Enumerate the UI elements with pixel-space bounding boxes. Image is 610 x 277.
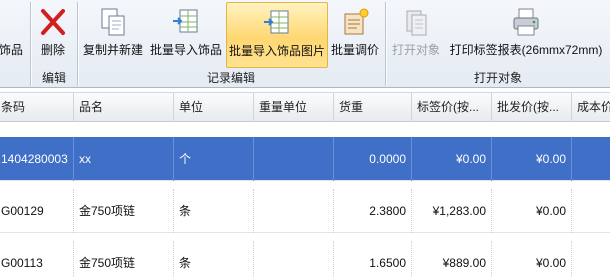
cell-weight-unit[interactable] xyxy=(254,137,334,181)
copy-document-icon xyxy=(101,8,125,36)
cell-barcode[interactable]: G00129 xyxy=(0,189,74,233)
cell-weight-unit[interactable] xyxy=(254,189,334,233)
filter-row[interactable] xyxy=(0,123,610,137)
cell-name[interactable]: 金750项链 xyxy=(74,241,174,277)
cell-weight[interactable]: 2.3800 xyxy=(334,189,412,233)
cell-wholesale-price[interactable]: ¥0.00 xyxy=(492,137,572,181)
cell-tag-price[interactable]: ¥1,283.00 xyxy=(412,189,492,233)
column-header-wholesale-price[interactable]: 批发价(按... xyxy=(492,93,572,122)
copy-and-new-button[interactable]: 复制并新建 xyxy=(80,2,146,68)
cell-unit[interactable]: 个 xyxy=(174,137,254,181)
group-caption-record-edit: 记录编辑 xyxy=(206,71,255,85)
printer-icon xyxy=(513,8,539,36)
cell-cost-price[interactable] xyxy=(572,189,610,233)
cell-name[interactable]: xx xyxy=(74,137,174,181)
cell-weight[interactable]: 1.6500 xyxy=(334,241,412,277)
cell-weight[interactable]: 0.0000 xyxy=(334,137,412,181)
batch-price-adjust-button[interactable]: 批量调价 xyxy=(329,2,381,68)
cell-unit[interactable]: 条 xyxy=(174,189,254,233)
cell-barcode[interactable]: 1404280003 xyxy=(0,137,74,181)
batch-import-images-button[interactable]: 批量导入饰品图片 xyxy=(226,2,328,68)
cell-cost-price[interactable] xyxy=(572,137,610,181)
open-object-button[interactable]: 打开对象 xyxy=(388,2,444,68)
open-object-icon xyxy=(406,10,427,36)
print-label-report-label: 打印标签报表(26mmx72mm) xyxy=(449,43,603,57)
cell-tag-price[interactable]: ¥0.00 xyxy=(412,137,492,181)
cell-wholesale-price[interactable]: ¥0.00 xyxy=(492,241,572,277)
cell-unit[interactable]: 条 xyxy=(174,241,254,277)
batch-price-adjust-label: 批量调价 xyxy=(330,43,379,57)
grid-header: 条码 品名 单位 重量单位 货重 标签价(按... 批发价(按... 成本价 xyxy=(0,92,610,122)
import-table-icon xyxy=(173,9,198,33)
delete-button[interactable]: 删除 xyxy=(34,2,72,68)
table-row[interactable]: G00113 金750项链 条 1.6500 ¥889.00 ¥0.00 xyxy=(0,241,610,277)
items-grid: 条码 品名 单位 重量单位 货重 标签价(按... 批发价(按... 成本价 1… xyxy=(0,88,610,277)
import-images-icon xyxy=(264,10,289,34)
table-row[interactable]: 1404280003 xx 个 0.0000 ¥0.00 ¥0.00 xyxy=(0,137,610,181)
delete-label: 删除 xyxy=(40,43,65,57)
column-header-weight[interactable]: 货重 xyxy=(334,93,412,122)
table-row[interactable]: G00129 金750项链 条 2.3800 ¥1,283.00 ¥0.00 xyxy=(0,189,610,233)
cell-tag-price[interactable]: ¥889.00 xyxy=(412,241,492,277)
new-item-button[interactable]: 饰品 xyxy=(0,2,28,68)
group-caption-edit: 编辑 xyxy=(41,71,66,85)
cell-barcode[interactable]: G00113 xyxy=(0,241,74,277)
column-header-cost-price[interactable]: 成本价 xyxy=(572,93,610,122)
cell-cost-price[interactable] xyxy=(572,241,610,277)
group-caption-open-object: 打开对象 xyxy=(473,71,522,85)
column-header-barcode[interactable]: 条码 xyxy=(0,93,74,122)
column-header-weight-unit[interactable]: 重量单位 xyxy=(254,93,334,122)
cell-weight-unit[interactable] xyxy=(254,241,334,277)
batch-import-items-label: 批量导入饰品 xyxy=(149,43,222,57)
column-header-unit[interactable]: 单位 xyxy=(174,93,254,122)
copy-and-new-label: 复制并新建 xyxy=(82,43,143,57)
cell-wholesale-price[interactable]: ¥0.00 xyxy=(492,189,572,233)
print-label-report-button[interactable]: 打印标签报表(26mmx72mm) xyxy=(446,2,606,68)
open-object-label: 打开对象 xyxy=(391,43,440,57)
batch-import-items-button[interactable]: 批量导入饰品 xyxy=(147,2,225,68)
batch-import-images-label: 批量导入饰品图片 xyxy=(228,44,325,58)
ribbon-toolbar: 饰品 删除 编辑 复制并新建 批量导入饰品 批量导入饰品图片 批量调价 记录编辑… xyxy=(0,0,610,88)
column-header-name[interactable]: 品名 xyxy=(74,93,174,122)
price-adjust-icon xyxy=(344,8,369,35)
delete-x-icon xyxy=(41,9,65,35)
new-item-label: 饰品 xyxy=(0,43,23,57)
cell-name[interactable]: 金750项链 xyxy=(74,189,174,233)
column-header-tag-price[interactable]: 标签价(按... xyxy=(412,93,492,122)
